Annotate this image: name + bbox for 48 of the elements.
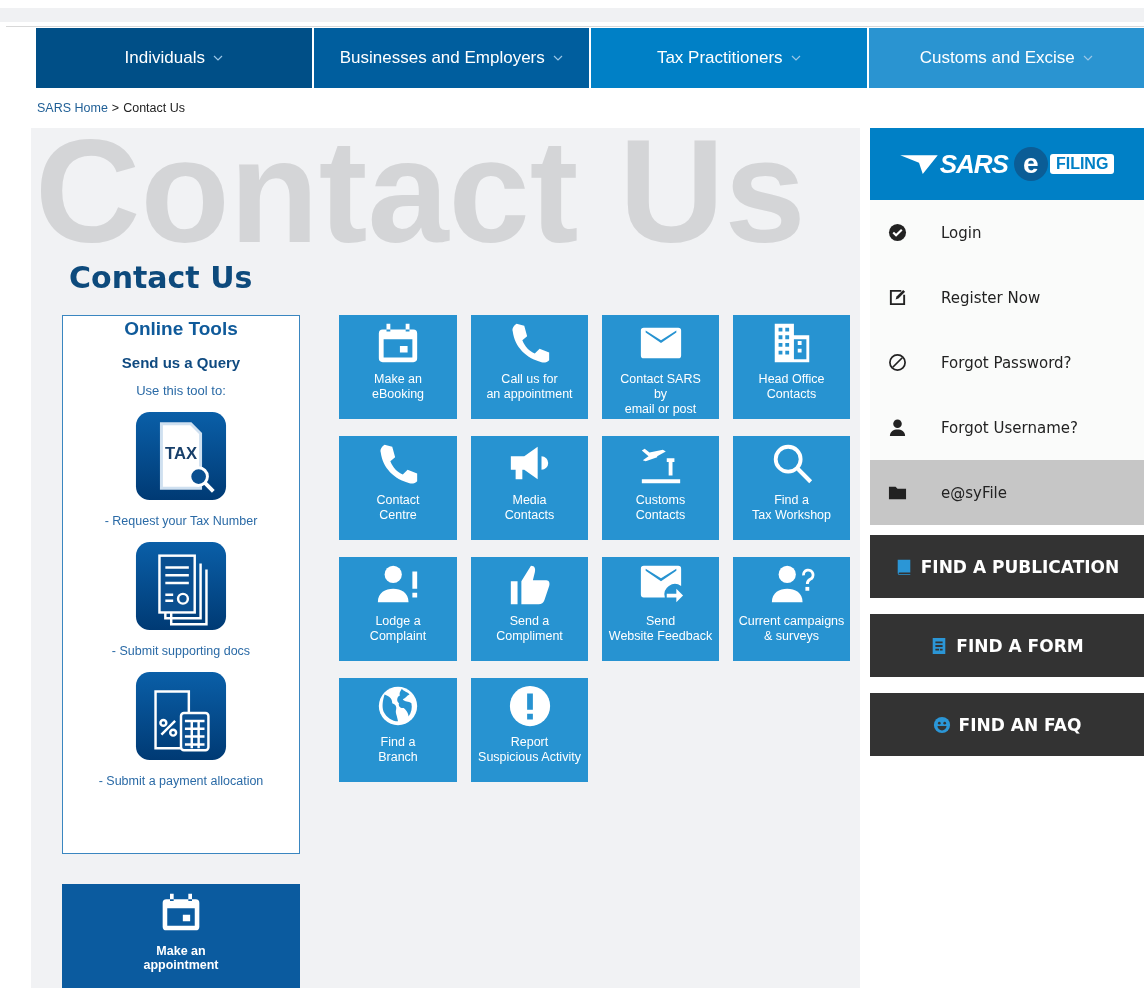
efiling-logo[interactable]: SARS e FILING — [870, 128, 1144, 200]
find-button[interactable]: FIND A FORM — [870, 614, 1144, 677]
smiley-icon — [932, 715, 951, 734]
nav-tab[interactable]: Businesses and Employers — [313, 28, 589, 88]
tool-link[interactable]: - Request your Tax Number — [104, 514, 258, 528]
check-circle-icon — [888, 223, 907, 242]
contact-tile[interactable]: Contact Centre — [339, 436, 457, 540]
contact-tile[interactable]: Send Website Feedback — [602, 557, 719, 661]
efiling-menu-item[interactable]: Login — [870, 200, 1144, 265]
query-heading: Send us a Query — [121, 354, 241, 371]
contact-tile[interactable]: Contact SARS by email or post — [602, 315, 719, 419]
breadcrumb-separator: > — [111, 101, 120, 116]
contact-tile[interactable]: Report Suspicious Activity — [471, 678, 588, 782]
ban-icon — [888, 353, 907, 372]
caret-icon — [212, 55, 223, 61]
nav-tab[interactable]: Customs and Excise — [868, 28, 1144, 88]
tool-link[interactable]: - Submit a payment allocation — [98, 774, 264, 788]
nav-tab[interactable]: Individuals — [36, 28, 312, 88]
breadcrumb-current: Contact Us — [123, 101, 185, 116]
contact-tile[interactable]: Find a Branch — [339, 678, 457, 782]
online-tools-title: Online Tools — [124, 318, 238, 340]
nav-tab[interactable]: Tax Practitioners — [591, 28, 867, 88]
contact-tile[interactable]: Lodge a Complaint — [339, 557, 457, 661]
caret-icon — [1082, 55, 1093, 61]
contact-tile[interactable]: Send a Compliment — [471, 557, 588, 661]
contact-tile[interactable]: Media Contacts — [471, 436, 588, 540]
breadcrumb-link[interactable]: SARS Home — [37, 101, 108, 116]
intro-text: Use this tool to: — [136, 383, 226, 398]
tool-link[interactable]: - Submit supporting docs — [111, 644, 251, 658]
contact-tile[interactable]: Find a Tax Workshop — [733, 436, 850, 540]
find-button[interactable]: FIND AN FAQ — [870, 693, 1144, 756]
contact-tile[interactable]: Call us for an appointment — [471, 315, 588, 419]
efiling-menu-item[interactable]: Forgot Username? — [870, 395, 1144, 460]
find-button[interactable]: FIND A PUBLICATION — [870, 535, 1144, 598]
swoosh-icon — [899, 154, 938, 174]
caret-icon — [552, 55, 563, 61]
contact-tile[interactable]: Customs Contacts — [602, 436, 719, 540]
contact-tile[interactable]: Make an eBooking — [339, 315, 457, 419]
efiling-menu-item[interactable]: Forgot Password? — [870, 330, 1144, 395]
appointment-button[interactable]: Make an appointment — [62, 884, 300, 988]
page-title: Contact Us — [69, 260, 254, 296]
edit-icon — [888, 288, 907, 307]
efiling-menu-item[interactable]: e@syFile — [870, 460, 1144, 525]
contact-tile[interactable]: Head Office Contacts — [733, 315, 850, 419]
caret-icon — [790, 55, 801, 61]
contact-tile[interactable]: Current campaigns & surveys — [733, 557, 850, 661]
user-icon — [888, 418, 907, 437]
efiling-menu-item[interactable]: Register Now — [870, 265, 1144, 330]
